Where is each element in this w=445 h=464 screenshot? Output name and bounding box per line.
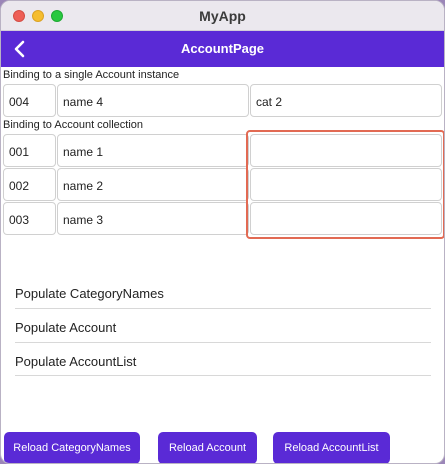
collection-row-2-name[interactable]: name 2: [57, 168, 249, 201]
page-title: AccountPage: [180, 41, 265, 56]
reload-account-list-button[interactable]: Reload AccountList: [273, 432, 390, 463]
reload-account-button[interactable]: Reload Account: [158, 432, 257, 463]
collection-row-3-name[interactable]: name 3: [57, 202, 249, 235]
list-divider: [15, 375, 431, 376]
single-binding-label: Binding to a single Account instance: [3, 69, 180, 81]
collection-row-1-id[interactable]: 001: [3, 134, 56, 167]
title-bar: MyApp: [1, 1, 444, 31]
collection-row-1-name[interactable]: name 1: [57, 134, 249, 167]
list-divider: [15, 342, 431, 343]
reload-category-names-button[interactable]: Reload CategoryNames: [4, 432, 140, 463]
populate-category-names-item[interactable]: Populate CategoryNames: [15, 276, 444, 310]
collection-row-3-category-picker[interactable]: [250, 202, 442, 235]
app-window: MyApp AccountPage Binding to a single Ac…: [0, 0, 445, 464]
list-divider: [15, 308, 431, 309]
populate-account-list-item[interactable]: Populate AccountList: [15, 344, 444, 378]
collection-row-1-category-picker[interactable]: [250, 134, 442, 167]
collection-row-2-id[interactable]: 002: [3, 168, 56, 201]
collection-binding-label: Binding to Account collection: [3, 119, 144, 131]
collection-row-2-category-picker[interactable]: [250, 168, 442, 201]
single-category-picker[interactable]: cat 2: [250, 84, 442, 117]
single-name-field[interactable]: name 4: [57, 84, 249, 117]
app-title: MyApp: [199, 8, 246, 24]
navigation-bar: AccountPage: [1, 31, 444, 67]
populate-account-item[interactable]: Populate Account: [15, 310, 444, 344]
single-id-field[interactable]: 004: [3, 84, 56, 117]
collection-row-3-id[interactable]: 003: [3, 202, 56, 235]
